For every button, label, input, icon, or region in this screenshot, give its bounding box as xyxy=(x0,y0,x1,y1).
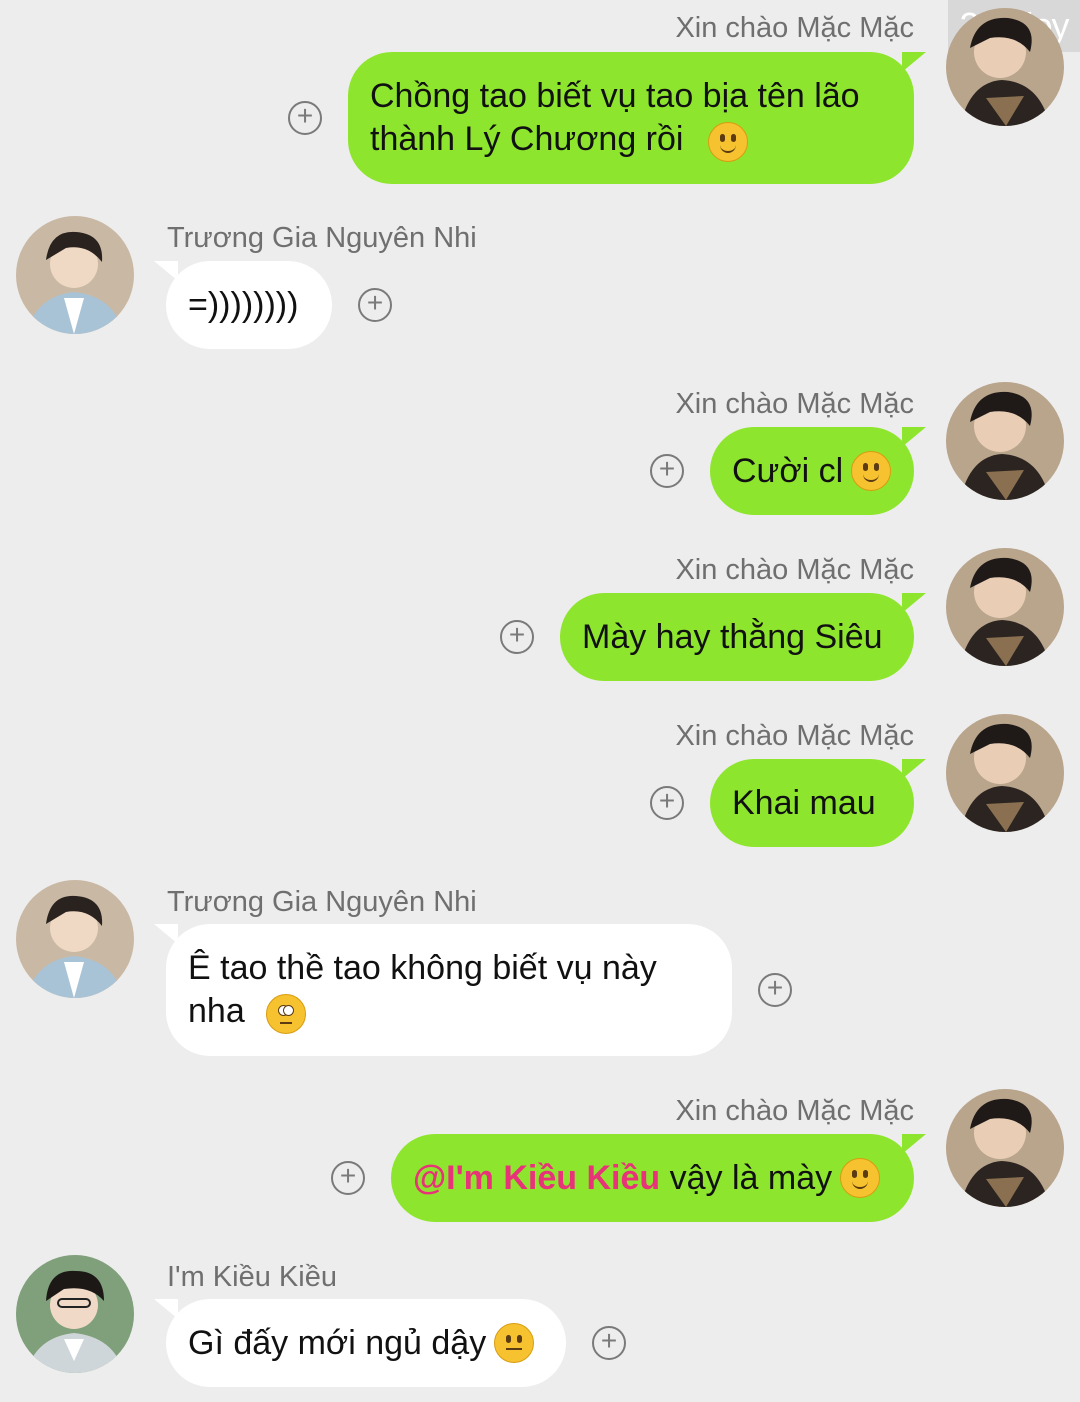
message-text: Gì đấy mới ngủ dậy xyxy=(188,1323,487,1362)
slightly-smiling-face-icon xyxy=(851,451,892,491)
add-reaction-icon[interactable]: + xyxy=(288,101,322,135)
add-reaction-icon[interactable]: + xyxy=(358,288,392,322)
sender-name: I'm Kiều Kiều xyxy=(167,1261,337,1293)
message-text: Mày hay thằng Siêu xyxy=(582,617,883,656)
add-reaction-icon[interactable]: + xyxy=(331,1161,365,1195)
rolling-eyes-face-icon xyxy=(266,994,306,1034)
avatar[interactable] xyxy=(16,880,134,998)
message-bubble[interactable]: =)))))))) xyxy=(154,261,332,349)
add-reaction-icon[interactable]: + xyxy=(592,1326,626,1360)
message-bubble[interactable]: Cười cl xyxy=(710,427,926,515)
add-reaction-icon[interactable]: + xyxy=(650,786,684,820)
avatar[interactable] xyxy=(16,216,134,334)
message-bubble[interactable]: Khai mau xyxy=(710,759,926,847)
sender-name: Xin chào Mặc Mặc xyxy=(675,554,914,586)
sender-name: Trương Gia Nguyên Nhi xyxy=(167,886,477,918)
face-with-steam-icon xyxy=(494,1323,535,1363)
sender-name: Trương Gia Nguyên Nhi xyxy=(167,222,477,254)
message-text: Chồng tao biết vụ tao bịa tên lão thành … xyxy=(370,77,860,158)
message-bubble[interactable]: Mày hay thằng Siêu xyxy=(560,593,926,681)
message-text: =)))))))) xyxy=(188,285,299,324)
message-bubble[interactable]: Gì đấy mới ngủ dậy xyxy=(154,1299,566,1387)
avatar[interactable] xyxy=(946,8,1064,126)
message-bubble[interactable]: Ê tao thề tao không biết vụ này nha xyxy=(154,924,732,1056)
avatar[interactable] xyxy=(946,548,1064,666)
sender-name: Xin chào Mặc Mặc xyxy=(675,1095,914,1127)
avatar[interactable] xyxy=(16,1255,134,1373)
sender-name: Xin chào Mặc Mặc xyxy=(675,12,914,44)
add-reaction-icon[interactable]: + xyxy=(500,620,534,654)
avatar[interactable] xyxy=(946,382,1064,500)
message-text: vậy là mày xyxy=(660,1158,833,1197)
message-bubble[interactable]: @I'm Kiều Kiều vậy là mày xyxy=(391,1134,926,1222)
message-text: Cười cl xyxy=(732,451,844,490)
message-text: Khai mau xyxy=(732,783,876,822)
avatar[interactable] xyxy=(946,714,1064,832)
mention-link[interactable]: @I'm Kiều Kiều xyxy=(413,1159,660,1197)
add-reaction-icon[interactable]: + xyxy=(650,454,684,488)
avatar[interactable] xyxy=(946,1089,1064,1207)
slightly-smiling-face-icon xyxy=(840,1158,881,1198)
sender-name: Xin chào Mặc Mặc xyxy=(675,720,914,752)
sender-name: Xin chào Mặc Mặc xyxy=(675,388,914,420)
slightly-smiling-face-icon xyxy=(708,122,748,162)
message-bubble[interactable]: Chồng tao biết vụ tao bịa tên lão thành … xyxy=(348,52,926,184)
add-reaction-icon[interactable]: + xyxy=(758,973,792,1007)
message-text: Ê tao thề tao không biết vụ này nha xyxy=(188,949,657,1030)
